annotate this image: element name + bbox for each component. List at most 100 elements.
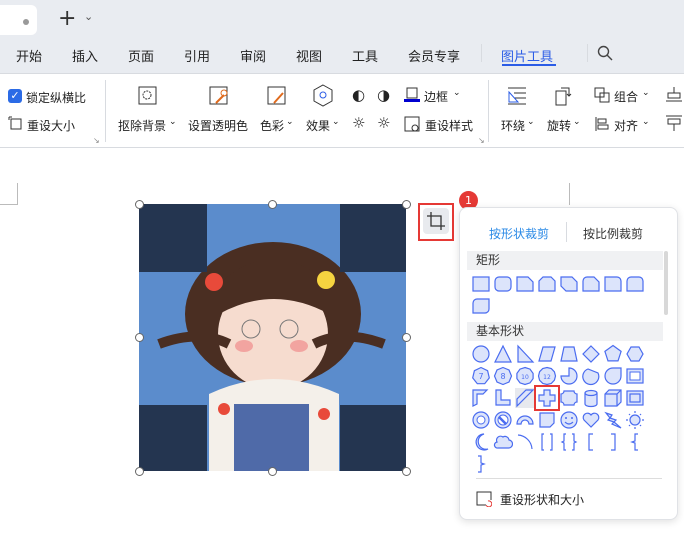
- shape-sun-icon[interactable]: [625, 410, 645, 430]
- shape-parallelogram-icon[interactable]: [537, 344, 557, 364]
- selected-picture[interactable]: [139, 204, 406, 471]
- unsaved-dot-icon: [23, 19, 29, 25]
- shape-right-brace-icon[interactable]: [471, 454, 491, 474]
- shape-folded-corner-icon[interactable]: [537, 410, 557, 430]
- shape-chord-icon[interactable]: [581, 366, 601, 386]
- align-button[interactable]: 对齐: [614, 117, 638, 134]
- shape-no-symbol-icon[interactable]: [493, 410, 513, 430]
- shape-snip2-same-icon[interactable]: [537, 274, 557, 294]
- shape-left-brace-icon[interactable]: [625, 432, 645, 452]
- search-icon[interactable]: [597, 45, 613, 61]
- shape-pie-icon[interactable]: [559, 366, 579, 386]
- shape-bevel-icon[interactable]: [625, 388, 645, 408]
- remove-background-icon: [138, 86, 157, 105]
- shape-plaque-icon[interactable]: [559, 388, 579, 408]
- shape-lightning-icon[interactable]: [603, 410, 623, 430]
- lock-ratio-checkbox[interactable]: ✓: [8, 89, 22, 103]
- shape-octagon-8-icon[interactable]: 8: [493, 366, 513, 386]
- shape-plus-icon[interactable]: [534, 385, 560, 411]
- shape-rect-icon[interactable]: [471, 274, 491, 294]
- shape-round-diag-icon[interactable]: [471, 296, 491, 316]
- menu-reference[interactable]: 引用: [184, 46, 210, 65]
- dialog-launcher-icon[interactable]: ↘: [93, 136, 100, 145]
- dialog-launcher-icon[interactable]: ↘: [478, 136, 485, 145]
- shape-pentagon-icon[interactable]: [603, 344, 623, 364]
- shape-half-frame-icon[interactable]: [471, 388, 491, 408]
- shape-right-bracket-icon[interactable]: [603, 432, 623, 452]
- shape-brace-pair-icon[interactable]: [559, 432, 579, 452]
- group-button[interactable]: 组合: [614, 88, 638, 105]
- shape-block-arc-icon[interactable]: [515, 410, 535, 430]
- resize-handle-left[interactable]: [135, 333, 144, 342]
- panel-scrollbar[interactable]: [664, 251, 668, 315]
- crop-button[interactable]: [423, 208, 449, 234]
- decrease-contrast-icon[interactable]: ◑: [377, 86, 390, 104]
- shape-diagonal-stripe-icon[interactable]: [515, 388, 535, 408]
- resize-handle-bottom-left[interactable]: [135, 467, 144, 476]
- shape-round1-snip-icon[interactable]: [581, 274, 601, 294]
- menu-page[interactable]: 页面: [128, 46, 154, 65]
- shape-round-rect-icon[interactable]: [493, 274, 513, 294]
- shape-dodecagon-12-icon[interactable]: 12: [537, 366, 557, 386]
- shape-diamond-icon[interactable]: [581, 344, 601, 364]
- shape-smiley-icon[interactable]: [559, 410, 579, 430]
- shape-heptagon-7-icon[interactable]: 7: [471, 366, 491, 386]
- send-backward-icon[interactable]: [666, 114, 682, 132]
- shape-snip2-diag-icon[interactable]: [559, 274, 579, 294]
- shape-teardrop-icon[interactable]: [603, 366, 623, 386]
- rotate-button[interactable]: 旋转: [547, 117, 571, 134]
- shape-donut-icon[interactable]: [471, 410, 491, 430]
- shape-hexagon-icon[interactable]: [625, 344, 645, 364]
- shape-triangle-icon[interactable]: [493, 344, 513, 364]
- set-transparent-button[interactable]: 设置透明色: [188, 117, 248, 134]
- border-button[interactable]: 边框: [424, 88, 448, 105]
- menu-view[interactable]: 视图: [296, 46, 322, 65]
- shape-cube-icon[interactable]: [603, 388, 623, 408]
- menu-tools[interactable]: 工具: [352, 46, 378, 65]
- resize-handle-right[interactable]: [402, 333, 411, 342]
- effect-button[interactable]: 效果: [306, 117, 330, 134]
- shape-oval-icon[interactable]: [471, 344, 491, 364]
- shape-round1-icon[interactable]: [603, 274, 623, 294]
- reset-shape-size-button[interactable]: 重设形状和大小: [500, 491, 584, 508]
- menu-start[interactable]: 开始: [16, 46, 42, 65]
- resize-handle-bottom-right[interactable]: [402, 467, 411, 476]
- tab-crop-by-ratio[interactable]: 按比例裁剪: [583, 225, 643, 242]
- bring-forward-icon[interactable]: [666, 86, 682, 104]
- shape-right-triangle-icon[interactable]: [515, 344, 535, 364]
- decrease-brightness-icon[interactable]: ☼: [377, 114, 390, 132]
- increase-contrast-icon[interactable]: ◐: [352, 86, 365, 104]
- reset-size-button[interactable]: 重设大小: [27, 117, 75, 134]
- wrap-button[interactable]: 环绕: [501, 117, 525, 134]
- new-tab-dropdown-icon[interactable]: ⌄: [84, 10, 93, 23]
- new-tab-button[interactable]: +: [58, 6, 76, 31]
- reset-style-button[interactable]: 重设样式: [425, 117, 473, 134]
- shape-snip1-icon[interactable]: [515, 274, 535, 294]
- shape-bracket-pair-icon[interactable]: [537, 432, 557, 452]
- shape-trapezoid-icon[interactable]: [559, 344, 579, 364]
- crop-mask-bottom-right: [340, 405, 406, 471]
- menu-picture-tools[interactable]: 图片工具: [501, 46, 553, 65]
- menu-review[interactable]: 审阅: [240, 46, 266, 65]
- shape-moon-icon[interactable]: [471, 432, 491, 452]
- shape-left-bracket-icon[interactable]: [581, 432, 601, 452]
- resize-handle-top-right[interactable]: [402, 200, 411, 209]
- tab-crop-by-shape[interactable]: 按形状裁剪: [489, 225, 549, 242]
- shape-heart-icon[interactable]: [581, 410, 601, 430]
- resize-handle-top[interactable]: [268, 200, 277, 209]
- document-tab[interactable]: [0, 5, 37, 35]
- menu-insert[interactable]: 插入: [72, 46, 98, 65]
- shape-l-shape-icon[interactable]: [493, 388, 513, 408]
- shape-can-icon[interactable]: [581, 388, 601, 408]
- remove-background-button[interactable]: 抠除背景: [118, 117, 166, 134]
- shape-cloud-icon[interactable]: [493, 432, 514, 452]
- menu-membership[interactable]: 会员专享: [408, 46, 460, 65]
- shape-frame-icon[interactable]: [625, 366, 645, 386]
- increase-brightness-icon[interactable]: ☼: [352, 114, 365, 132]
- shape-arc-icon[interactable]: [515, 432, 535, 452]
- shape-round2-same-icon[interactable]: [625, 274, 645, 294]
- shape-decagon-10-icon[interactable]: 10: [515, 366, 535, 386]
- resize-handle-top-left[interactable]: [135, 200, 144, 209]
- color-button[interactable]: 色彩: [260, 117, 284, 134]
- resize-handle-bottom[interactable]: [268, 467, 277, 476]
